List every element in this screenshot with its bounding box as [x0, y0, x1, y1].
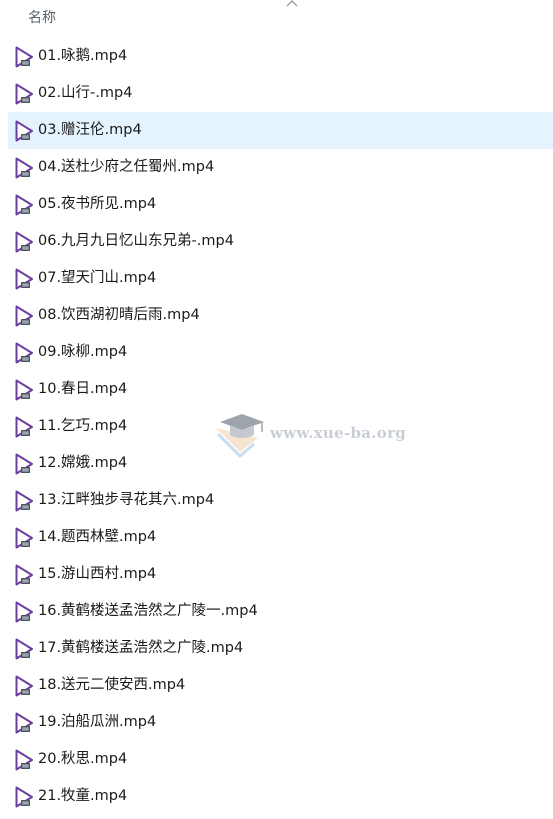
- file-row[interactable]: 16.黄鹤楼送孟浩然之广陵一.mp4: [8, 593, 553, 630]
- file-row[interactable]: 13.江畔独步寻花其六.mp4: [8, 482, 553, 519]
- file-name: 10.春日.mp4: [38, 381, 128, 397]
- file-row[interactable]: 04.送杜少府之任蜀州.mp4: [8, 149, 553, 186]
- file-row[interactable]: 20.秋思.mp4: [8, 741, 553, 778]
- file-row[interactable]: 05.夜书所见.mp4: [8, 186, 553, 223]
- file-row[interactable]: 21.牧童.mp4: [8, 778, 553, 815]
- file-name: 16.黄鹤楼送孟浩然之广陵一.mp4: [38, 603, 258, 619]
- video-file-play-icon: [15, 712, 33, 734]
- file-row[interactable]: 10.春日.mp4: [8, 371, 553, 408]
- file-name: 09.咏柳.mp4: [38, 344, 128, 360]
- file-name: 04.送杜少府之任蜀州.mp4: [38, 159, 215, 175]
- file-row[interactable]: 07.望天门山.mp4: [8, 260, 553, 297]
- video-file-play-icon: [15, 379, 33, 401]
- file-row[interactable]: 18.送元二使安西.mp4: [8, 667, 553, 704]
- file-row[interactable]: 15.游山西村.mp4: [8, 556, 553, 593]
- name-column-header[interactable]: 名称: [28, 7, 56, 27]
- video-file-play-icon: [15, 83, 33, 105]
- file-name: 19.泊船瓜洲.mp4: [38, 714, 157, 730]
- file-name: 05.夜书所见.mp4: [38, 196, 157, 212]
- video-file-play-icon: [15, 46, 33, 68]
- file-name: 03.赠汪伦.mp4: [38, 122, 142, 138]
- file-row[interactable]: 19.泊船瓜洲.mp4: [8, 704, 553, 741]
- chevron-up-icon[interactable]: [286, 0, 298, 9]
- video-file-play-icon: [15, 157, 33, 179]
- file-name: 07.望天门山.mp4: [38, 270, 157, 286]
- file-row[interactable]: 02.山行-.mp4: [8, 75, 553, 112]
- video-file-play-icon: [15, 231, 33, 253]
- file-row[interactable]: 09.咏柳.mp4: [8, 334, 553, 371]
- file-name: 18.送元二使安西.mp4: [38, 677, 186, 693]
- video-file-play-icon: [15, 416, 33, 438]
- file-row[interactable]: 17.黄鹤楼送孟浩然之广陵.mp4: [8, 630, 553, 667]
- video-file-play-icon: [15, 453, 33, 475]
- video-file-play-icon: [15, 342, 33, 364]
- video-file-play-icon: [15, 194, 33, 216]
- file-name: 08.饮西湖初晴后雨.mp4: [38, 307, 200, 323]
- file-row[interactable]: 06.九月九日忆山东兄弟-.mp4: [8, 223, 553, 260]
- file-name: 02.山行-.mp4: [38, 85, 133, 101]
- video-file-play-icon: [15, 527, 33, 549]
- file-row[interactable]: 01.咏鹅.mp4: [8, 38, 553, 75]
- file-row[interactable]: 08.饮西湖初晴后雨.mp4: [8, 297, 553, 334]
- file-name: 20.秋思.mp4: [38, 751, 128, 767]
- video-file-play-icon: [15, 120, 33, 142]
- file-name: 01.咏鹅.mp4: [38, 48, 128, 64]
- video-file-play-icon: [15, 786, 33, 808]
- video-file-play-icon: [15, 749, 33, 771]
- video-file-play-icon: [15, 675, 33, 697]
- file-name: 21.牧童.mp4: [38, 788, 128, 804]
- graduation-cap-logo: [216, 414, 264, 459]
- watermark: www.xue-ba.org: [212, 408, 406, 462]
- file-name: 11.乞巧.mp4: [38, 418, 128, 434]
- column-header: 名称: [0, 0, 553, 34]
- watermark-text: www.xue-ba.org: [270, 424, 407, 442]
- file-name: 13.江畔独步寻花其六.mp4: [38, 492, 215, 508]
- file-name: 17.黄鹤楼送孟浩然之广陵.mp4: [38, 640, 244, 656]
- video-file-play-icon: [15, 564, 33, 586]
- video-file-play-icon: [15, 268, 33, 290]
- video-file-play-icon: [15, 638, 33, 660]
- video-file-play-icon: [15, 305, 33, 327]
- file-name: 14.题西林壁.mp4: [38, 529, 157, 545]
- video-file-play-icon: [15, 601, 33, 623]
- video-file-play-icon: [15, 490, 33, 512]
- file-row[interactable]: 03.赠汪伦.mp4: [8, 112, 553, 149]
- file-name: 12.嫦娥.mp4: [38, 455, 128, 471]
- file-row[interactable]: 14.题西林壁.mp4: [8, 519, 553, 556]
- file-name: 06.九月九日忆山东兄弟-.mp4: [38, 233, 234, 249]
- file-name: 15.游山西村.mp4: [38, 566, 157, 582]
